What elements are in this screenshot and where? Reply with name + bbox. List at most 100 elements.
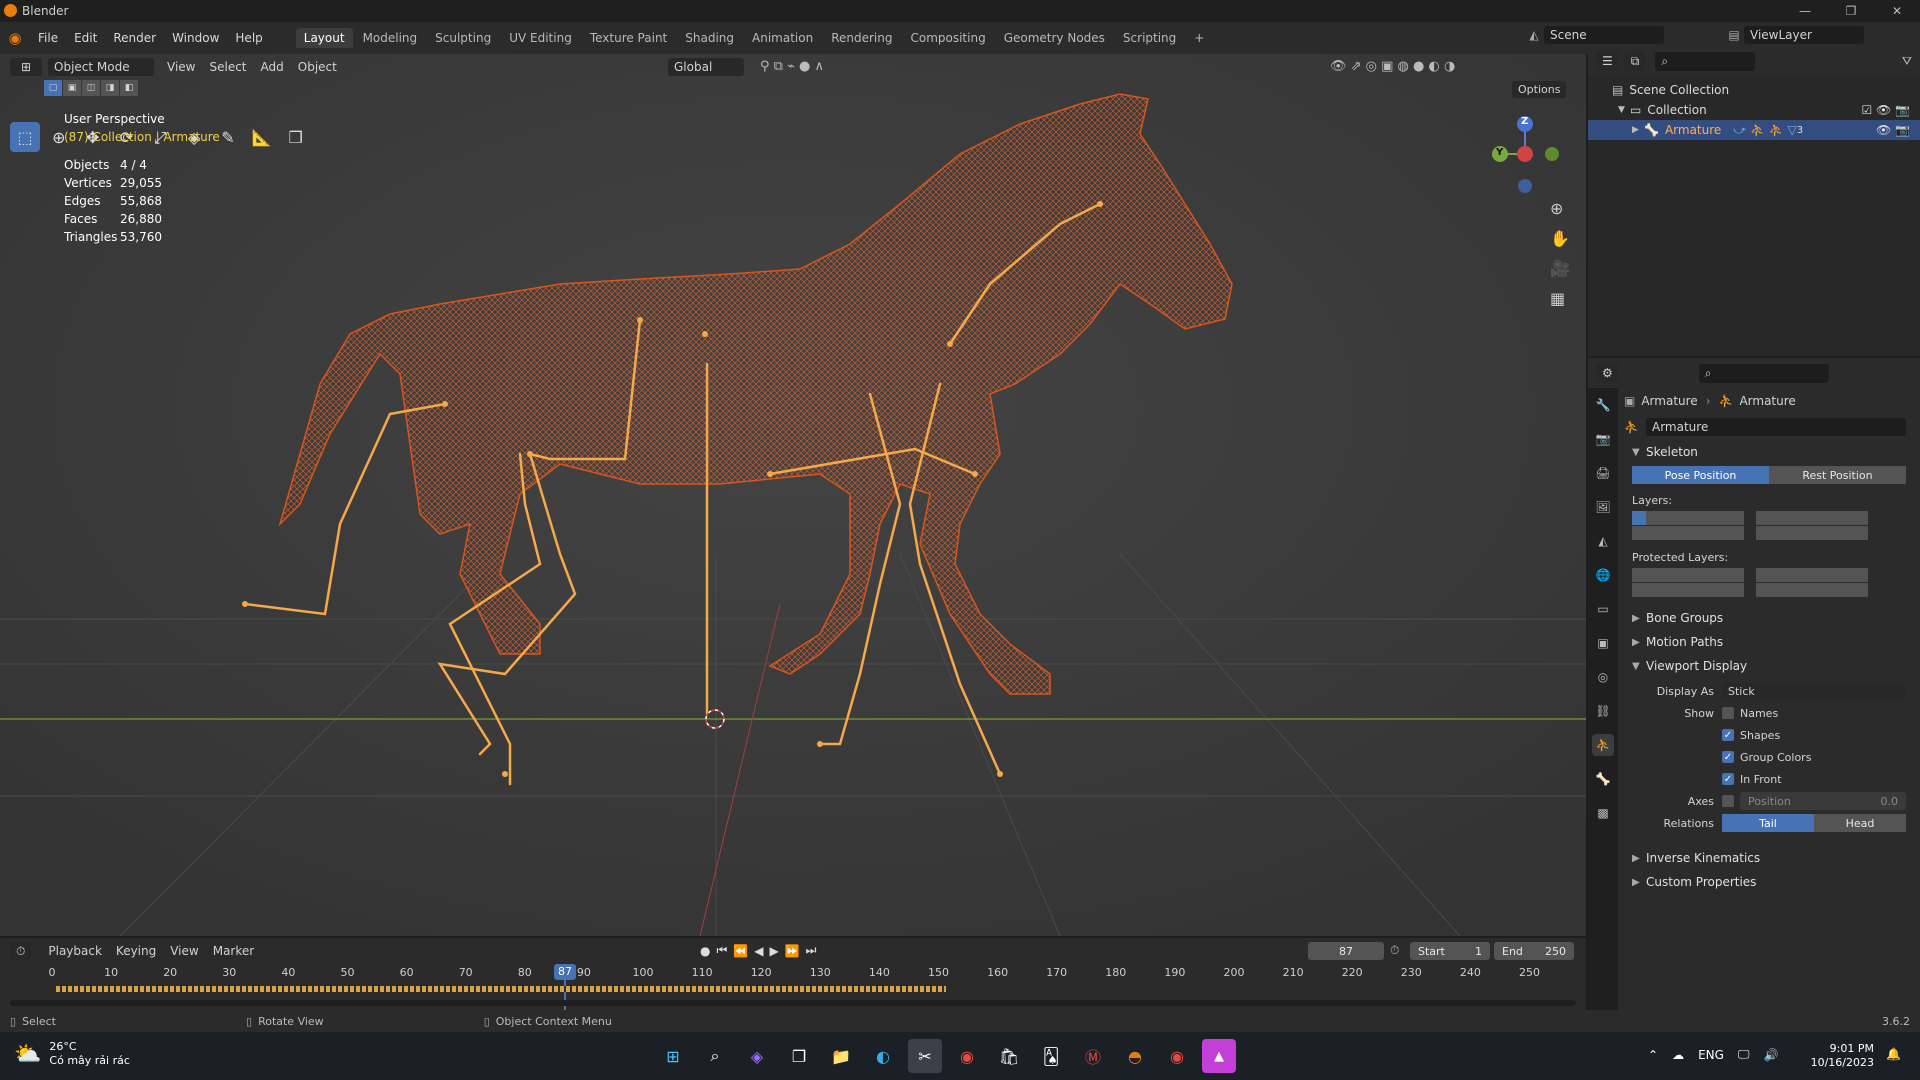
- record-icon[interactable]: ●: [700, 944, 710, 958]
- data-block-name-field[interactable]: Armature: [1646, 418, 1906, 436]
- display-mode-icon[interactable]: ⧉: [1624, 51, 1646, 71]
- scene-tab-icon[interactable]: ◭: [1592, 530, 1614, 552]
- viewport-display-panel-header[interactable]: ▼ Viewport Display: [1624, 654, 1920, 678]
- menu-help[interactable]: Help: [227, 31, 270, 45]
- armature-data-tab-icon[interactable]: ⛹: [1592, 734, 1614, 756]
- navigation-gizmo[interactable]: Z Y: [1482, 106, 1572, 196]
- menu-window[interactable]: Window: [164, 31, 227, 45]
- clock[interactable]: 9:01 PM 10/16/2023: [1810, 1042, 1874, 1070]
- outliner-armature[interactable]: ▶ 🦴 Armature ⤻ ⛹ ⛹ ▽ 3 👁 📷: [1588, 120, 1920, 140]
- jump-end-icon[interactable]: ⏭: [806, 943, 817, 958]
- menu-file[interactable]: File: [30, 31, 66, 45]
- play-reverse-icon[interactable]: ◀: [754, 944, 763, 958]
- timeline-scrollbar[interactable]: [10, 1000, 1576, 1006]
- blender-taskbar-icon[interactable]: ◓: [1118, 1039, 1152, 1073]
- office-icon[interactable]: Ⓜ: [1076, 1039, 1110, 1073]
- weather-widget[interactable]: ⛅ 26°C Có mây rải rác: [14, 1040, 130, 1068]
- chrome-icon[interactable]: ◉: [950, 1039, 984, 1073]
- add-cube-tool-icon[interactable]: ❒: [281, 122, 311, 152]
- armature-visibility-icons[interactable]: 👁 📷: [1876, 123, 1910, 137]
- select-new-icon[interactable]: ▢: [44, 80, 62, 96]
- relations-tail-button[interactable]: Tail: [1722, 814, 1814, 832]
- orientation-dropdown[interactable]: Global: [668, 58, 744, 76]
- collection-tab-icon[interactable]: ▭: [1592, 598, 1614, 620]
- language-indicator[interactable]: ENG: [1698, 1048, 1724, 1062]
- close-button[interactable]: ✕: [1874, 0, 1920, 22]
- blender-menu-icon[interactable]: ◉: [0, 29, 30, 47]
- 3d-viewport[interactable]: ⬚ ⊕ ✥ ⟳ ⤢ ◈ ✎ 📐 ❒ Z Y ⊕ ✋ 🎥 ▦: [0, 54, 1586, 936]
- expand-armature-icon[interactable]: ▶: [1632, 125, 1644, 135]
- play-icon[interactable]: ▶: [769, 944, 778, 958]
- playback-menu[interactable]: Playback: [41, 944, 109, 958]
- properties-editor-icon[interactable]: ⚙: [1596, 364, 1619, 382]
- tab-sculpting[interactable]: Sculpting: [427, 28, 499, 48]
- frame-ruler[interactable]: 0 10 20 30 40 50 60 70 80 90 100 110 120 130 140 150 160…: [0, 964, 1586, 982]
- outliner-collection[interactable]: ▼ ▭ Collection ☑ 👁 📷: [1588, 100, 1920, 120]
- preview-range-icon[interactable]: ⏱: [1390, 943, 1399, 958]
- next-key-icon[interactable]: ⏩: [785, 944, 800, 958]
- timeline[interactable]: 0 10 20 30 40 50 60 70 80 90 100 110 120 130 140 150 160…: [0, 964, 1586, 1010]
- tab-layout[interactable]: Layout: [295, 28, 353, 48]
- protected-layers-grid[interactable]: [1632, 568, 1906, 598]
- store-icon[interactable]: 🛍: [992, 1039, 1026, 1073]
- volume-icon[interactable]: 🔊: [1764, 1048, 1779, 1062]
- search-icon[interactable]: ⌕: [698, 1039, 732, 1073]
- options-dropdown[interactable]: Options: [1512, 81, 1567, 98]
- pan-hand-icon[interactable]: ✋: [1550, 224, 1570, 254]
- render-tab-icon[interactable]: 📷: [1592, 428, 1614, 450]
- skeleton-panel-header[interactable]: ▼ Skeleton: [1624, 440, 1920, 464]
- mode-dropdown[interactable]: Object Mode: [48, 58, 154, 76]
- select-box-tool-icon[interactable]: ⬚: [10, 122, 40, 152]
- bone-tab-icon[interactable]: 🦴: [1592, 768, 1614, 790]
- rest-position-button[interactable]: Rest Position: [1769, 466, 1906, 484]
- jump-start-icon[interactable]: ⏮: [716, 943, 727, 958]
- tab-rendering[interactable]: Rendering: [823, 28, 900, 48]
- world-tab-icon[interactable]: 🌐: [1592, 564, 1614, 586]
- tray-expand-icon[interactable]: ⌃: [1648, 1048, 1658, 1062]
- keying-menu[interactable]: Keying: [109, 944, 163, 958]
- outliner-search-icon[interactable]: ⌕: [1655, 51, 1756, 71]
- menu-render[interactable]: Render: [105, 31, 164, 45]
- shapes-checkbox[interactable]: ✓: [1722, 729, 1734, 741]
- scene-name[interactable]: Scene: [1544, 26, 1664, 44]
- camera-icon[interactable]: 🎥: [1550, 254, 1570, 284]
- axes-position-field[interactable]: Position 0.0: [1740, 792, 1906, 810]
- relations-head-button[interactable]: Head: [1814, 814, 1906, 832]
- tab-scripting[interactable]: Scripting: [1115, 28, 1184, 48]
- timeline-editor-icon[interactable]: ⏱: [10, 941, 32, 961]
- custom-properties-panel-header[interactable]: ▶ Custom Properties: [1624, 870, 1920, 894]
- widgets-icon[interactable]: ◈: [740, 1039, 774, 1073]
- playhead[interactable]: 87: [554, 964, 576, 980]
- pose-position-button[interactable]: Pose Position: [1632, 466, 1769, 484]
- bone-groups-panel-header[interactable]: ▶ Bone Groups: [1624, 606, 1920, 630]
- names-checkbox[interactable]: [1722, 707, 1734, 719]
- constraints-tab-icon[interactable]: ⛓: [1592, 700, 1614, 722]
- group-colors-checkbox[interactable]: ✓: [1722, 751, 1734, 763]
- viewlayer-selector[interactable]: ▤ ViewLayer: [1724, 26, 1864, 44]
- measure-tool-icon[interactable]: 📐: [247, 122, 277, 152]
- tab-uv-editing[interactable]: UV Editing: [501, 28, 580, 48]
- viewlayer-name[interactable]: ViewLayer: [1744, 26, 1864, 44]
- task-view-icon[interactable]: ❐: [782, 1039, 816, 1073]
- file-explorer-icon[interactable]: 📁: [824, 1039, 858, 1073]
- snap-icons[interactable]: ⚲ ⧉ ⌁ ● ∧: [760, 59, 824, 74]
- texture-tab-icon[interactable]: ▩: [1592, 802, 1614, 824]
- tab-geometry-nodes[interactable]: Geometry Nodes: [996, 28, 1113, 48]
- zoom-icon[interactable]: ⊕: [1550, 194, 1570, 224]
- tool-tab-icon[interactable]: 🔧: [1592, 394, 1614, 416]
- in-front-checkbox[interactable]: ✓: [1722, 773, 1734, 785]
- network-icon[interactable]: 🖵: [1738, 1047, 1750, 1062]
- tab-animation[interactable]: Animation: [744, 28, 821, 48]
- menu-object[interactable]: Object: [291, 60, 344, 74]
- object-tab-icon[interactable]: ▣: [1592, 632, 1614, 654]
- onedrive-icon[interactable]: ☁: [1672, 1048, 1684, 1062]
- current-frame-field[interactable]: 87: [1308, 942, 1384, 960]
- output-tab-icon[interactable]: 🖨: [1592, 462, 1614, 484]
- bone-layers-grid[interactable]: [1632, 511, 1906, 541]
- collection-visibility-icons[interactable]: ☑ 👁 📷: [1861, 103, 1910, 117]
- view-layer-tab-icon[interactable]: 🖼: [1592, 496, 1614, 518]
- affinity-icon[interactable]: ▲: [1202, 1039, 1236, 1073]
- tab-modeling[interactable]: Modeling: [355, 28, 426, 48]
- outliner-scene-collection[interactable]: ▤ Scene Collection: [1588, 80, 1920, 100]
- expand-collection-icon[interactable]: ▼: [1618, 105, 1630, 115]
